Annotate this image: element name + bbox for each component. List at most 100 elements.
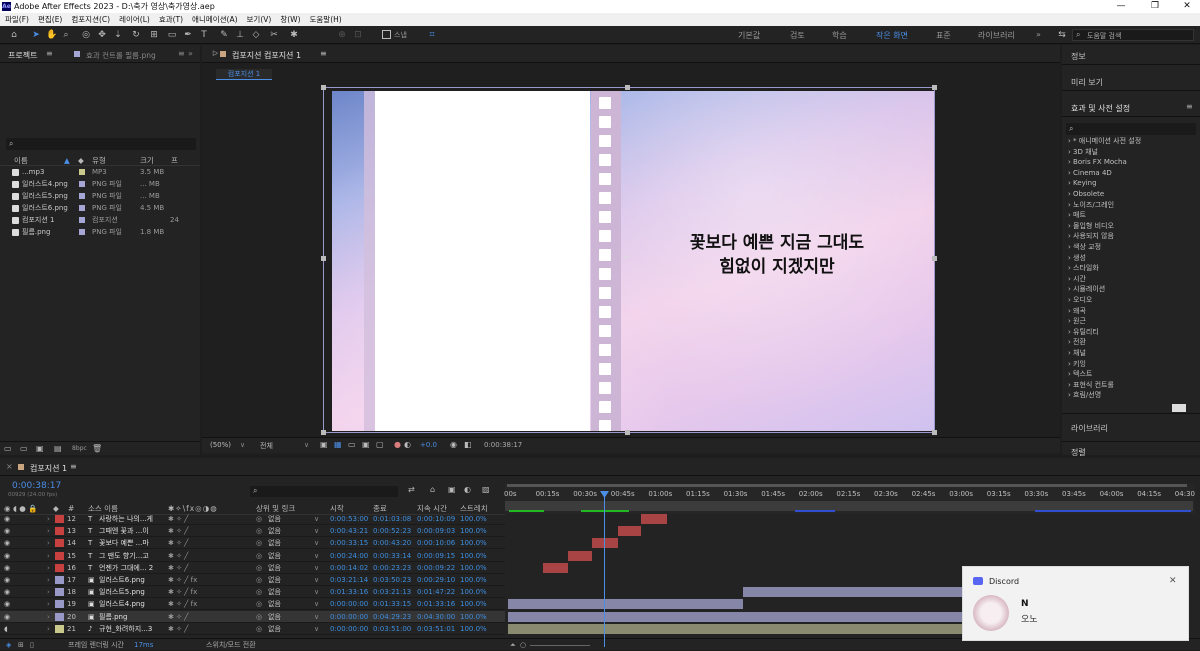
- new-folder-icon[interactable]: ▭: [20, 444, 28, 453]
- layer-in-point[interactable]: 0:00:33:15: [330, 537, 368, 549]
- layer-name[interactable]: 일러스트4.png: [99, 598, 165, 610]
- layer-duration[interactable]: 0:03:51:01: [417, 623, 455, 635]
- effects-category[interactable]: › 오디오: [1068, 295, 1092, 305]
- parent-pickwhip-icon[interactable]: ◎: [256, 598, 262, 610]
- label-color-swatch[interactable]: [55, 588, 64, 597]
- layer-duration[interactable]: 0:00:29:10: [417, 574, 455, 586]
- eraser-tool-icon[interactable]: ◇: [250, 29, 262, 41]
- menu-layer[interactable]: 레이어(L): [119, 15, 150, 24]
- transform-handle[interactable]: [321, 430, 326, 435]
- current-timecode[interactable]: 0:00:38:17: [12, 481, 61, 491]
- effects-category[interactable]: › 흐림/선명: [1068, 390, 1101, 400]
- sort-asc-icon[interactable]: ▲: [64, 155, 70, 166]
- eye-icon[interactable]: ◉: [4, 513, 10, 525]
- layer-out-point[interactable]: 0:03:50:23: [373, 574, 411, 586]
- close-window-button[interactable]: ✕: [1174, 0, 1200, 13]
- transform-handle[interactable]: [932, 85, 937, 90]
- layer-name[interactable]: 사랑하는 나의...게: [99, 513, 165, 525]
- parent-select[interactable]: 없음: [268, 611, 281, 623]
- eye-icon[interactable]: ◉: [4, 611, 10, 623]
- layer-duration[interactable]: 0:04:30:00: [417, 611, 455, 623]
- parent-select[interactable]: 없음: [268, 623, 281, 635]
- zoom-slider-handle-icon[interactable]: ○: [520, 639, 526, 651]
- color-channels-icon[interactable]: ●: [394, 440, 401, 449]
- eye-icon[interactable]: ◉: [4, 574, 10, 586]
- info-panel-header[interactable]: 정보: [1071, 51, 1086, 62]
- layer-stretch[interactable]: 100.0%: [460, 611, 487, 623]
- layer-duration[interactable]: 0:00:09:15: [417, 550, 455, 562]
- maximize-button[interactable]: ❐: [1142, 0, 1168, 13]
- parent-pickwhip-icon[interactable]: ◎: [256, 586, 262, 598]
- workspace-libraries[interactable]: 라이브러리: [978, 30, 1015, 41]
- distribute-icon[interactable]: ⊡: [352, 29, 364, 41]
- effects-category[interactable]: › 유틸리티: [1068, 327, 1099, 337]
- project-item[interactable]: 일러스트5.png PNG 파일 ... MB: [0, 191, 198, 202]
- effects-category[interactable]: › Obsolete: [1068, 189, 1104, 199]
- tab-composition[interactable]: 컴포지션 컴포지션 1: [232, 50, 301, 61]
- layer-out-point[interactable]: 0:04:29:23: [373, 611, 411, 623]
- draft-3d-icon[interactable]: ⌂: [430, 485, 435, 494]
- effects-category[interactable]: › 몰입형 비디오: [1068, 221, 1114, 231]
- label-color-swatch[interactable]: [55, 515, 64, 523]
- layer-switches-icons[interactable]: ✱ ✧ ╱: [168, 562, 188, 574]
- parent-pickwhip-icon[interactable]: ◎: [256, 537, 262, 549]
- layer-in-point[interactable]: 0:00:53:00: [330, 513, 368, 525]
- layer-out-point[interactable]: 0:00:23:23: [373, 562, 411, 574]
- label-color-swatch[interactable]: [79, 169, 85, 175]
- transform-handle[interactable]: [321, 85, 326, 90]
- parent-select[interactable]: 없음: [268, 525, 281, 537]
- eye-icon[interactable]: ◉: [4, 562, 10, 574]
- layer-duration-bar[interactable]: [617, 526, 641, 537]
- label-color-swatch[interactable]: [79, 229, 85, 235]
- layer-row[interactable]: ◖ › 21 ♪ 규현_화려하지...3 ✱ ✧ ╱ ◎ 없음 ∨ 0:00:0…: [0, 623, 505, 635]
- layer-name[interactable]: 필름.png: [99, 611, 165, 623]
- parent-pickwhip-icon[interactable]: ◎: [256, 525, 262, 537]
- preview-panel-header[interactable]: 미리 보기: [1071, 77, 1103, 88]
- chevron-right-icon[interactable]: ›: [47, 513, 50, 525]
- transform-handle[interactable]: [321, 256, 326, 261]
- workspace-review[interactable]: 검토: [790, 30, 805, 41]
- label-color-swatch[interactable]: [55, 624, 64, 633]
- layer-duration[interactable]: 0:01:33:16: [417, 598, 455, 610]
- layer-duration[interactable]: 0:00:10:09: [417, 513, 455, 525]
- effects-category[interactable]: › 노이즈/그레인: [1068, 200, 1114, 210]
- pan-camera-icon[interactable]: ✥: [96, 29, 108, 41]
- sync-icon[interactable]: ⇆: [1056, 29, 1068, 41]
- layer-switches-icons[interactable]: ✱ ✧ ╱: [168, 525, 188, 537]
- toggle-switches-modes[interactable]: 스위치/모드 전환: [206, 639, 256, 651]
- project-item[interactable]: ...mp3 MP3 3.5 MB: [0, 167, 198, 178]
- layer-duration[interactable]: 0:01:47:22: [417, 586, 455, 598]
- layer-switches-icons[interactable]: ✱ ✧ ╱: [168, 537, 188, 549]
- composition-flowchart-icon[interactable]: ⇄: [408, 485, 415, 494]
- zoom-slider[interactable]: [530, 645, 590, 646]
- roto-brush-icon[interactable]: ✂: [268, 29, 280, 41]
- col-size[interactable]: 크기: [140, 155, 154, 166]
- effects-category[interactable]: › 텍스트: [1068, 369, 1092, 379]
- frame-blending-icon[interactable]: ◐: [464, 485, 471, 494]
- project-item[interactable]: 일러스트6.png PNG 파일 4.5 MB: [0, 203, 198, 214]
- effects-category[interactable]: › 키잉: [1068, 359, 1086, 369]
- layer-out-point[interactable]: 0:00:52:23: [373, 525, 411, 537]
- chevron-right-icon[interactable]: ›: [47, 611, 50, 623]
- effects-category[interactable]: › 시간: [1068, 274, 1086, 284]
- layer-stretch[interactable]: 100.0%: [460, 598, 487, 610]
- project-item[interactable]: 필름.png PNG 파일 1.8 MB: [0, 227, 198, 238]
- libraries-panel-header[interactable]: 라이브러리: [1071, 423, 1108, 434]
- layer-name[interactable]: 그 땐도 향기...고: [99, 550, 165, 562]
- audio-icon[interactable]: ◖: [4, 623, 8, 635]
- chevron-right-icon[interactable]: ›: [47, 623, 50, 635]
- resolution-select[interactable]: 전체: [260, 441, 273, 451]
- parent-select[interactable]: 없음: [268, 586, 281, 598]
- help-search-box[interactable]: ⌕ 도움말 검색: [1072, 29, 1194, 41]
- layer-in-point[interactable]: 0:03:21:14: [330, 574, 368, 586]
- parent-select[interactable]: 없음: [268, 550, 281, 562]
- parent-pickwhip-icon[interactable]: ◎: [256, 513, 262, 525]
- layer-duration[interactable]: 0:00:09:03: [417, 525, 455, 537]
- effects-category[interactable]: › 생성: [1068, 253, 1086, 263]
- effects-category[interactable]: › 시뮬레이션: [1068, 284, 1105, 294]
- selection-tool-icon[interactable]: ➤: [30, 29, 42, 41]
- layer-stretch[interactable]: 100.0%: [460, 586, 487, 598]
- layer-out-point[interactable]: 0:01:03:08: [373, 513, 411, 525]
- layer-row[interactable]: ◉ › 19 ▣ 일러스트4.png ✱ ✧ ╱ fx ◎ 없음 ∨ 0:00:…: [0, 598, 505, 611]
- layer-stretch[interactable]: 100.0%: [460, 513, 487, 525]
